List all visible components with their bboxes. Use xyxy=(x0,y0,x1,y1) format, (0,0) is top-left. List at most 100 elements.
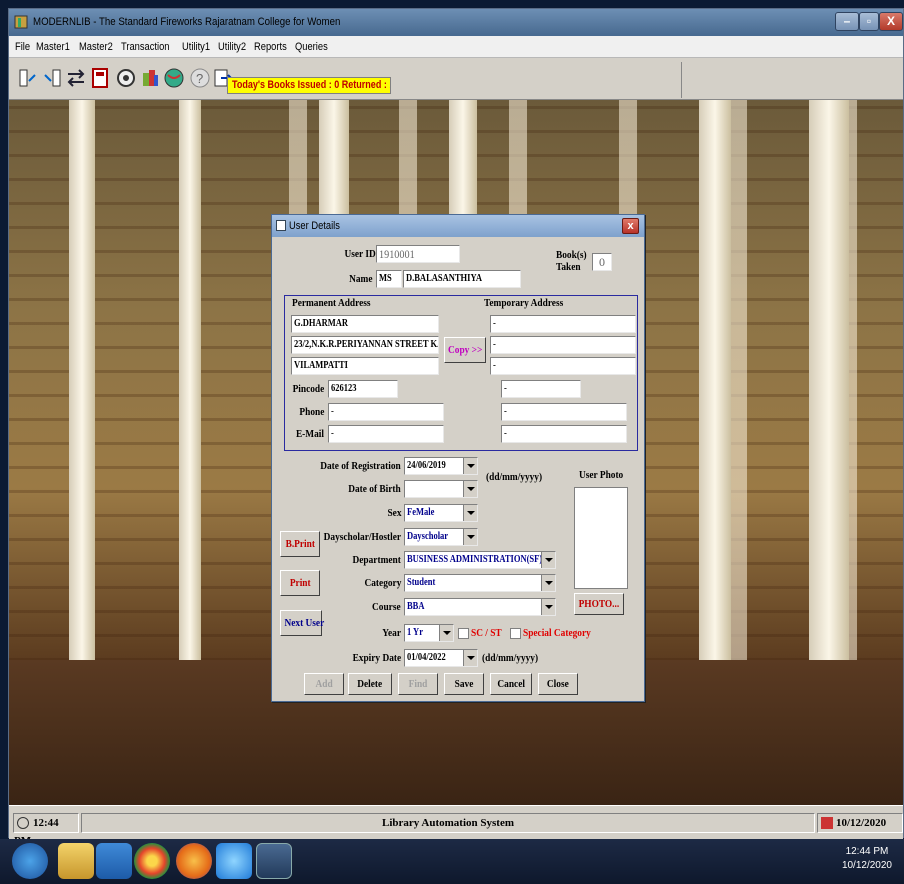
perm-address-line1[interactable]: G.DHARMAR xyxy=(291,315,439,333)
special-category-checkbox[interactable] xyxy=(510,628,521,639)
temp-address-line1[interactable]: - xyxy=(490,315,636,333)
books-taken-field[interactable]: 0 xyxy=(592,253,612,271)
department-select[interactable]: BUSINESS ADMINISTRATION(SF) xyxy=(404,551,556,569)
dialog-close-icon[interactable]: x xyxy=(622,218,639,234)
email-field[interactable]: - xyxy=(328,425,444,443)
close-button[interactable]: Close xyxy=(538,673,578,695)
menu-utility2[interactable]: Utility2 xyxy=(218,36,246,58)
temp-address-line3[interactable]: - xyxy=(490,357,636,375)
modernlib-taskbar-icon[interactable] xyxy=(256,843,292,879)
perm-address-line3[interactable]: VILAMPATTI xyxy=(291,357,439,375)
calculator-icon[interactable] xyxy=(89,67,111,89)
copy-address-button[interactable]: Copy >> xyxy=(444,337,486,363)
chevron-down-icon[interactable] xyxy=(439,625,453,641)
b-print-button[interactable]: B.Print xyxy=(280,531,320,557)
expiry-date-label: Expiry Date xyxy=(352,652,401,664)
sc-st-checkbox[interactable] xyxy=(458,628,469,639)
sc-st-label: SC / ST xyxy=(471,627,502,639)
photo-button[interactable]: PHOTO... xyxy=(574,593,624,615)
expiry-date-field[interactable]: 01/04/2022 xyxy=(404,649,478,667)
phone-label: Phone xyxy=(299,406,324,418)
app-icon xyxy=(14,15,28,29)
user-details-dialog: User Details x User ID 1910001 Book(s) Ta… xyxy=(271,214,645,702)
maximize-button[interactable]: ▫ xyxy=(859,12,879,31)
help-icon[interactable]: ? xyxy=(189,67,211,89)
delete-button[interactable]: Delete xyxy=(348,673,392,695)
user-id-field[interactable]: 1910001 xyxy=(376,245,460,263)
cancel-button[interactable]: Cancel xyxy=(490,673,532,695)
chevron-down-icon[interactable] xyxy=(541,599,555,615)
expiry-format-hint: (dd/mm/yyyy) xyxy=(482,652,539,664)
exchange-icon[interactable] xyxy=(65,67,87,89)
temp-email-field[interactable]: - xyxy=(501,425,627,443)
department-label: Department xyxy=(352,554,401,566)
status-date-pane: 10/12/2020 xyxy=(817,813,903,833)
chevron-down-icon[interactable] xyxy=(463,529,477,545)
menu-utility1[interactable]: Utility1 xyxy=(182,36,210,58)
status-time-pane: 12:44 PM xyxy=(13,813,79,847)
calendar-icon xyxy=(821,817,833,829)
chevron-down-icon[interactable] xyxy=(463,481,477,497)
dob-label: Date of Birth xyxy=(348,483,401,495)
chevron-down-icon[interactable] xyxy=(463,650,477,666)
year-label: Year xyxy=(382,627,401,639)
dialog-icon xyxy=(276,220,286,231)
name-prefix-field[interactable]: MS xyxy=(376,270,402,288)
issue-book-icon[interactable] xyxy=(17,67,39,89)
menu-master1[interactable]: Master1 xyxy=(36,36,70,58)
window-title: MODERNLIB - The Standard Fireworks Rajar… xyxy=(33,16,341,28)
print-button[interactable]: Print xyxy=(280,570,320,596)
clock-icon xyxy=(17,817,29,829)
menu-transaction[interactable]: Transaction xyxy=(121,36,170,58)
user-photo-box xyxy=(574,487,628,589)
start-button[interactable] xyxy=(12,843,48,879)
menu-bar: File Master1 Master2 Transaction Utility… xyxy=(9,36,903,58)
phone-field[interactable]: - xyxy=(328,403,444,421)
chevron-down-icon[interactable] xyxy=(463,505,477,521)
registration-date-field[interactable]: 24/06/2019 xyxy=(404,457,478,475)
category-label: Category xyxy=(364,577,401,589)
file-explorer-icon[interactable] xyxy=(58,843,94,879)
temp-address-line2[interactable]: - xyxy=(490,336,636,354)
menu-queries[interactable]: Queries xyxy=(295,36,328,58)
sex-select[interactable]: FeMale xyxy=(404,504,478,522)
email-label: E-Mail xyxy=(295,428,324,440)
temp-pincode-field[interactable]: - xyxy=(501,380,581,398)
internet-explorer-icon[interactable] xyxy=(216,843,252,879)
permanent-address-label: Permanent Address xyxy=(292,297,371,309)
chevron-down-icon[interactable] xyxy=(463,458,477,474)
dayscholar-select[interactable]: Dayscholar xyxy=(404,528,478,546)
books-icon[interactable] xyxy=(139,67,161,89)
course-select[interactable]: BBA xyxy=(404,598,556,616)
status-bar: 12:44 PM Library Automation System 10/12… xyxy=(9,805,903,847)
chevron-down-icon[interactable] xyxy=(541,575,555,591)
menu-file[interactable]: File xyxy=(15,36,30,58)
return-book-icon[interactable] xyxy=(41,67,63,89)
pincode-field[interactable]: 626123 xyxy=(328,380,398,398)
firefox-icon[interactable] xyxy=(176,843,212,879)
find-button[interactable]: Find xyxy=(398,673,438,695)
category-select[interactable]: Student xyxy=(404,574,556,592)
globe-icon[interactable] xyxy=(163,67,185,89)
dialog-title-bar: User Details x xyxy=(272,215,644,237)
name-field[interactable]: D.BALASANTHIYA xyxy=(403,270,521,288)
menu-master2[interactable]: Master2 xyxy=(79,36,113,58)
year-select[interactable]: 1 Yr xyxy=(404,624,454,642)
temp-phone-field[interactable]: - xyxy=(501,403,627,421)
add-button[interactable]: Add xyxy=(304,673,344,695)
next-user-button[interactable]: Next User xyxy=(280,610,324,636)
title-bar: MODERNLIB - The Standard Fireworks Rajar… xyxy=(9,9,903,36)
status-app-name: Library Automation System xyxy=(81,813,815,833)
taskbar-clock[interactable]: 12:44 PM 10/12/2020 xyxy=(842,845,892,873)
temporary-address-label: Temporary Address xyxy=(484,297,564,309)
save-button[interactable]: Save xyxy=(444,673,484,695)
menu-reports[interactable]: Reports xyxy=(254,36,287,58)
search-catalogue-icon[interactable] xyxy=(115,67,137,89)
perm-address-line2[interactable]: 23/2,N.K.R.PERIYANNAN STREET KALIAF xyxy=(291,336,439,354)
minimize-button[interactable]: – xyxy=(835,12,859,31)
dob-field[interactable] xyxy=(404,480,478,498)
chrome-icon[interactable] xyxy=(134,843,170,879)
close-window-button[interactable]: X xyxy=(879,12,903,31)
chevron-down-icon[interactable] xyxy=(541,552,555,568)
app-taskbar-icon[interactable] xyxy=(96,843,132,879)
